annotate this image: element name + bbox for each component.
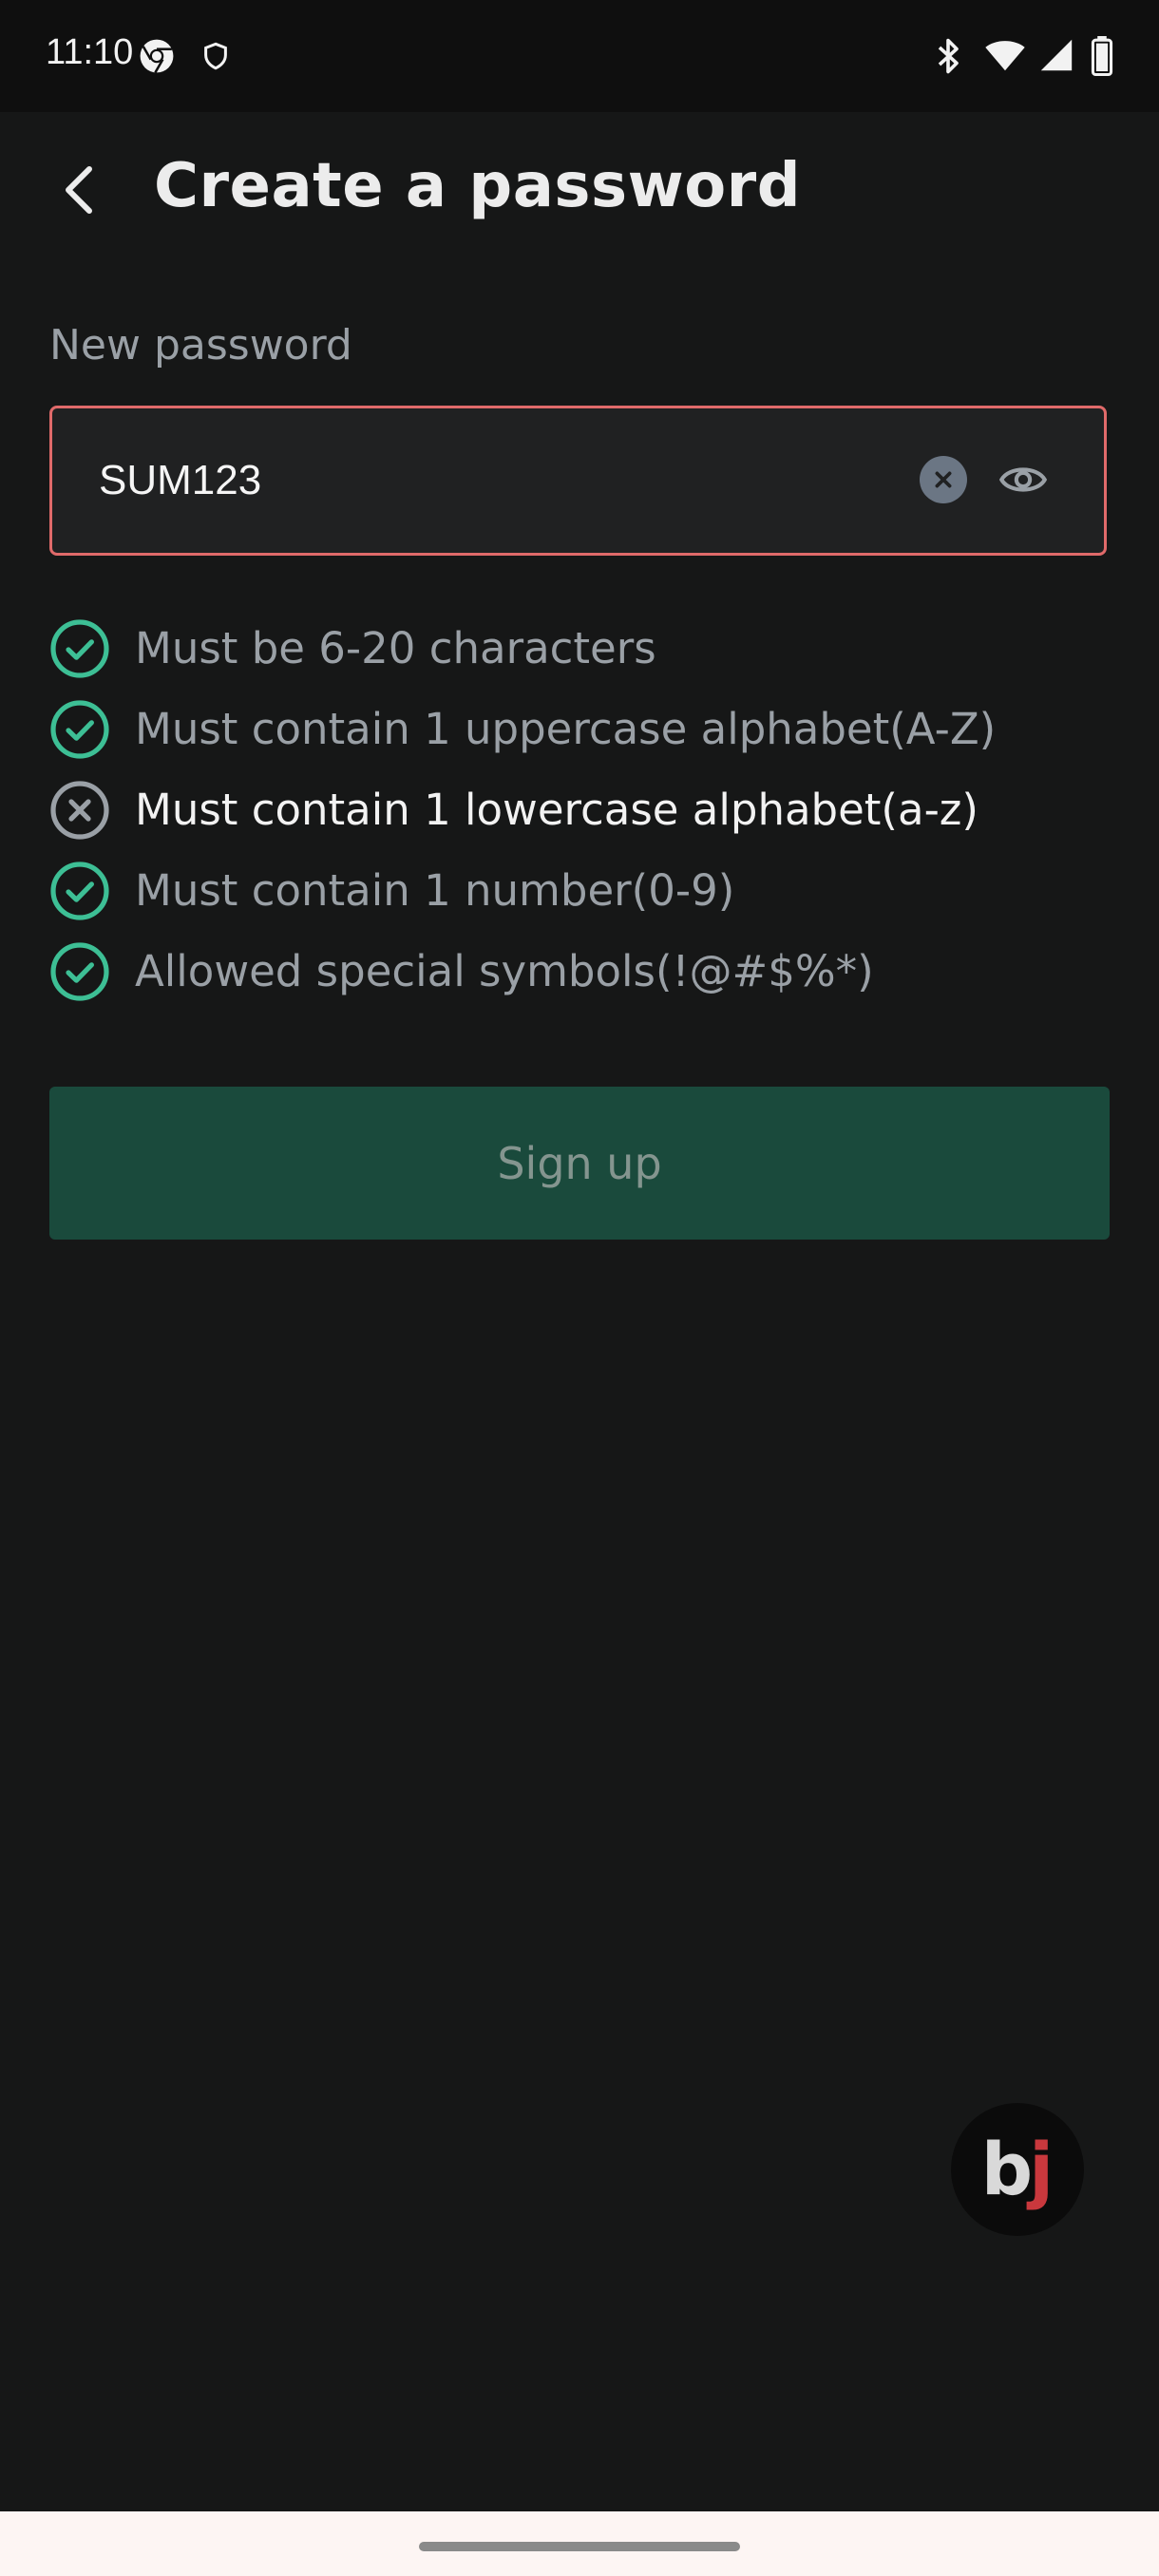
password-input[interactable] — [99, 408, 840, 553]
rule-lowercase: Must contain 1 lowercase alphabet(a-z) — [49, 769, 1113, 850]
rule-text: Must contain 1 number(0-9) — [135, 865, 735, 916]
rule-number: Must contain 1 number(0-9) — [49, 850, 1113, 931]
home-handle[interactable] — [419, 2542, 740, 2551]
status-bar: 11:10 — [0, 0, 1159, 112]
chevron-left-icon — [66, 166, 92, 214]
clear-icon — [935, 471, 952, 488]
app-logo-button[interactable]: bj — [951, 2103, 1084, 2236]
rule-text: Must contain 1 uppercase alphabet(A-Z) — [135, 704, 997, 754]
bluetooth-icon — [938, 38, 959, 74]
new-password-label: New password — [49, 321, 352, 369]
clear-button[interactable] — [920, 456, 967, 503]
check-circle-icon — [50, 941, 109, 1001]
back-button[interactable] — [42, 152, 118, 228]
check-circle-icon — [50, 861, 109, 920]
signal-icon — [1040, 39, 1073, 71]
password-rules: Must be 6-20 characters Must contain 1 u… — [49, 608, 1113, 1012]
logo-j: j — [1029, 2127, 1054, 2211]
rule-uppercase: Must contain 1 uppercase alphabet(A-Z) — [49, 689, 1113, 769]
battery-icon — [1091, 36, 1113, 76]
eye-icon — [998, 467, 1048, 492]
navigation-bar — [0, 2511, 1159, 2576]
signup-button[interactable]: Sign up — [49, 1087, 1110, 1240]
shield-icon — [204, 42, 227, 70]
chrome-icon — [140, 39, 174, 74]
rule-text: Must be 6-20 characters — [135, 623, 656, 673]
status-time: 11:10 — [46, 32, 134, 72]
logo-b: b — [980, 2127, 1033, 2211]
rule-special-symbols: Allowed special symbols(!@#$%*) — [49, 931, 1113, 1012]
x-circle-icon — [50, 780, 109, 840]
app-header: Create a password — [0, 112, 1159, 269]
toggle-visibility-button[interactable] — [993, 449, 1054, 510]
password-field — [49, 406, 1107, 556]
rule-length: Must be 6-20 characters — [49, 608, 1113, 689]
check-circle-icon — [50, 699, 109, 759]
wifi-icon — [985, 41, 1025, 71]
check-circle-icon — [50, 618, 109, 678]
rule-text: Must contain 1 lowercase alphabet(a-z) — [135, 785, 978, 835]
rule-text: Allowed special symbols(!@#$%*) — [135, 946, 874, 996]
page-title: Create a password — [154, 151, 802, 221]
